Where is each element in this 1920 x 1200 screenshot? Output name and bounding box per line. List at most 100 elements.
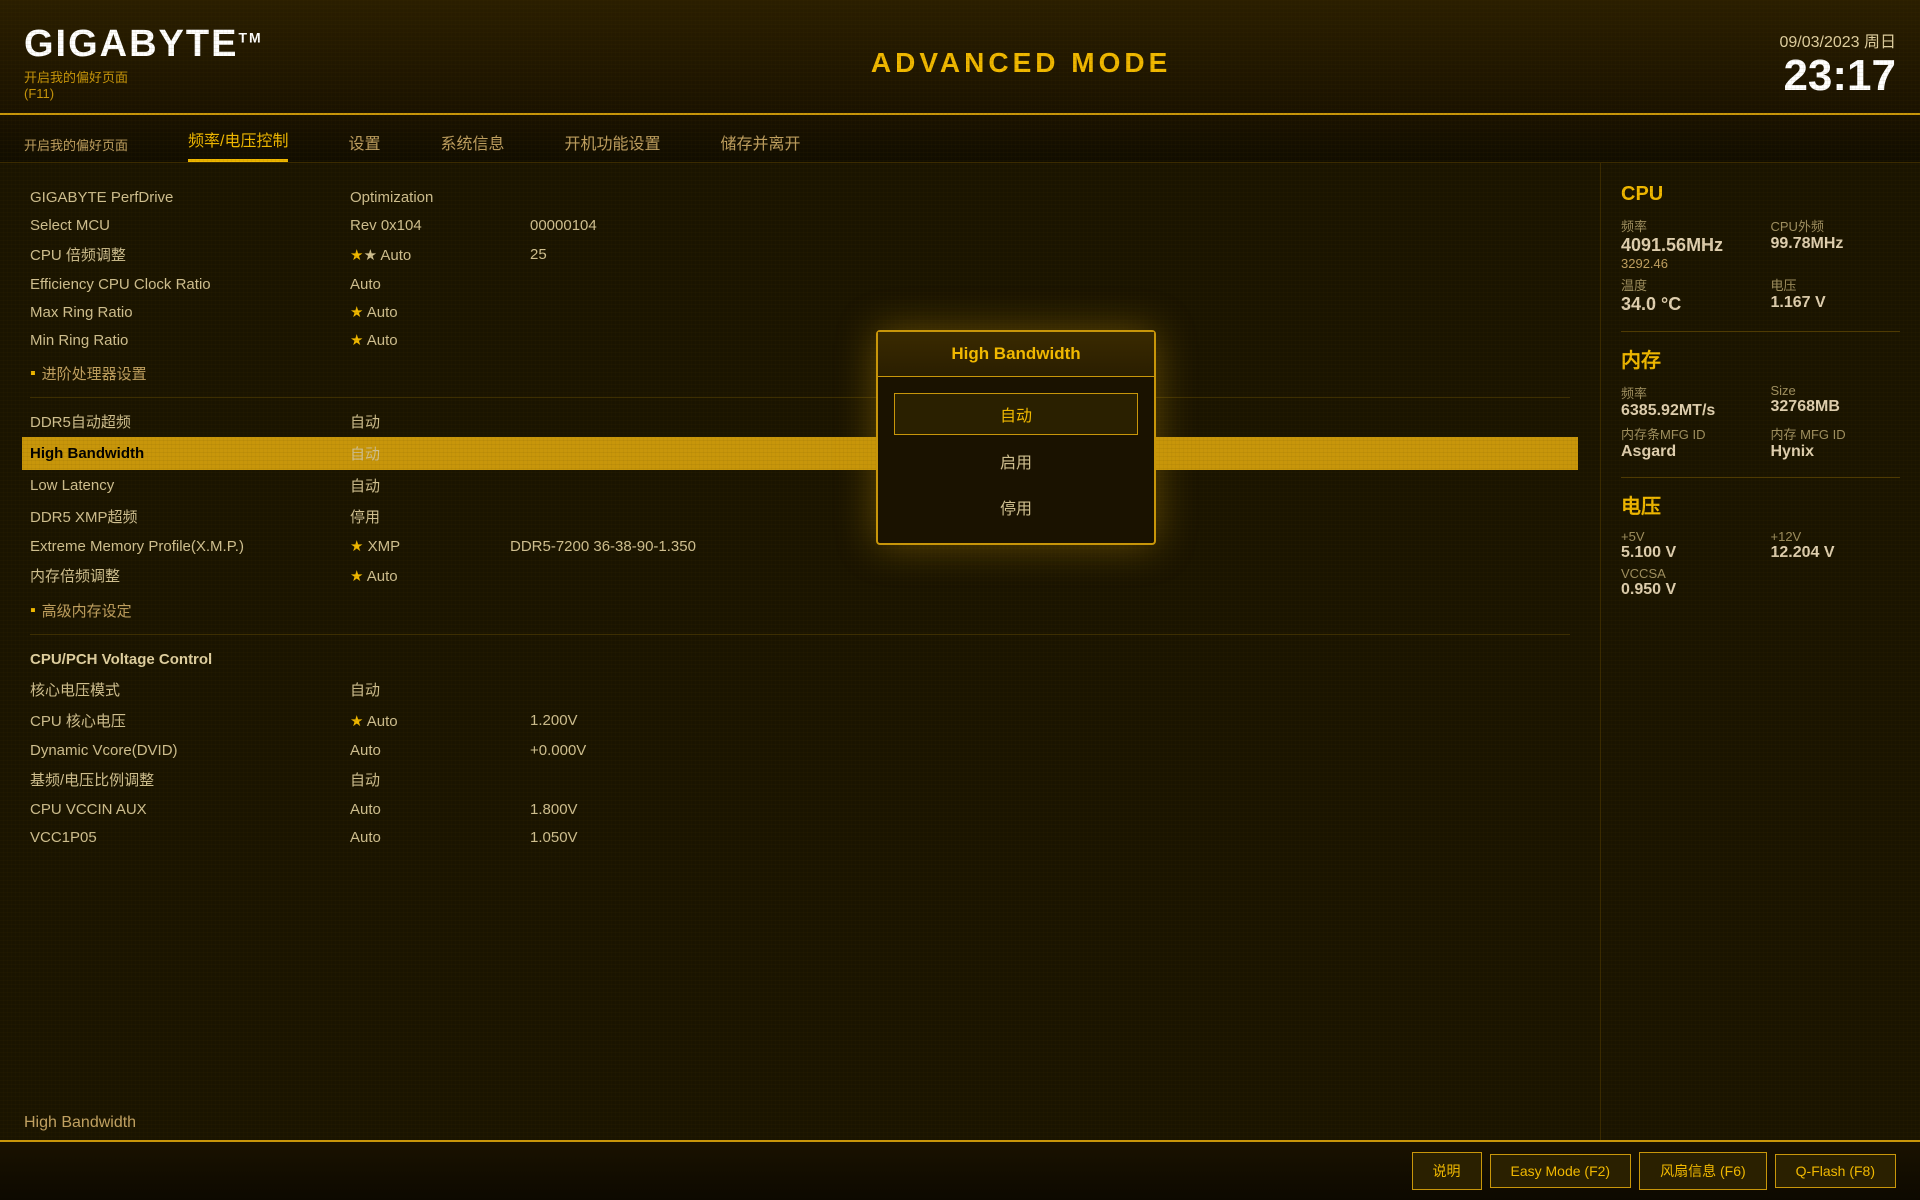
label-vcore-mode: 核心电压模式	[30, 679, 350, 700]
nav-item-freq-voltage[interactable]: 频率/电压控制	[188, 127, 288, 162]
table-row-vcore-mode[interactable]: 核心电压模式 自动	[30, 674, 1570, 705]
right-panel: CPU 频率 4091.56MHz 3292.46 CPU外频 99.78MHz…	[1600, 163, 1920, 1140]
subtitle: 开启我的偏好页面 (F11)	[24, 67, 263, 101]
voltage-section-title: 电压	[1621, 490, 1900, 519]
nav-item-sysinfo[interactable]: 系统信息	[440, 130, 504, 162]
value-gigabyte-perfdrive: Optimization	[350, 189, 470, 206]
value-vcore-mode: 自动	[350, 679, 470, 700]
advanced-memory-link[interactable]: ▪ 高级内存设定	[30, 595, 1570, 626]
table-row: CPU 倍频调整 ★ ★ Auto 25	[30, 239, 1570, 270]
brand-name: GIGABYTETM	[24, 25, 263, 63]
advanced-processor-link[interactable]: ▪ 进阶处理器设置	[30, 358, 1570, 389]
nav-item-boot[interactable]: 开机功能设置	[565, 130, 661, 162]
brand-text: GIGABYTE	[24, 23, 238, 65]
advanced-mode-title: ADVANCED MODE	[871, 47, 1171, 79]
label-high-bandwidth: High Bandwidth	[30, 445, 350, 462]
modal-option-auto[interactable]: 自动	[894, 393, 1138, 435]
divider-mem-volt	[1621, 477, 1900, 478]
table-row-freq-voltage[interactable]: 基频/电压比例调整 自动	[30, 764, 1570, 795]
cpu-freq-secondary: 3292.46	[1621, 256, 1751, 271]
cpu-temp-value: 34.0 °C	[1621, 294, 1751, 315]
table-row-vcc1p05[interactable]: VCC1P05 Auto 1.050V	[30, 823, 1570, 851]
value-efficiency-cpu: Auto	[350, 276, 470, 293]
value-ddr5-xmp: 停用	[350, 506, 470, 527]
footer-btn-qflash[interactable]: Q-Flash (F8)	[1775, 1154, 1896, 1188]
table-row-mem-freq[interactable]: 内存倍频调整 ★ Auto	[30, 560, 1570, 591]
value-max-ring: ★ Auto	[350, 303, 470, 321]
label-max-ring: Max Ring Ratio	[30, 304, 350, 321]
nav-item-preferences[interactable]: 开启我的偏好页面	[24, 135, 128, 162]
voltage-section-header: CPU/PCH Voltage Control	[30, 651, 1570, 668]
high-bandwidth-modal[interactable]: High Bandwidth 自动 启用 停用	[876, 330, 1156, 545]
value-mem-freq: ★ Auto	[350, 567, 470, 585]
modal-option-disable[interactable]: 停用	[894, 487, 1138, 527]
v12: +12V 12.204 V	[1771, 529, 1901, 562]
label-dvid: Dynamic Vcore(DVID)	[30, 742, 350, 759]
header-center: ADVANCED MODE	[871, 47, 1171, 79]
footer: 说明 Easy Mode (F2) 风扇信息 (F6) Q-Flash (F8)	[0, 1140, 1920, 1200]
subtitle-line1: 开启我的偏好页面	[24, 70, 128, 85]
divider-2	[30, 634, 1570, 635]
footer-btn-fan-info[interactable]: 风扇信息 (F6)	[1639, 1152, 1767, 1190]
table-row-high-bandwidth[interactable]: High Bandwidth 自动	[22, 437, 1578, 470]
time-display: 23:17	[1779, 54, 1896, 98]
table-row-ddr5-auto[interactable]: DDR5自动超频 自动	[30, 406, 1570, 437]
value-high-bandwidth: 自动	[350, 443, 470, 464]
table-row-ddr5-xmp[interactable]: DDR5 XMP超频 停用	[30, 501, 1570, 532]
bullet-icon: ▪	[30, 365, 36, 383]
date-display: 09/03/2023 周日	[1779, 28, 1896, 52]
label-freq-voltage: 基频/电压比例调整	[30, 769, 350, 790]
footer-btn-description[interactable]: 说明	[1412, 1152, 1482, 1190]
left-content: GIGABYTE PerfDrive Optimization Select M…	[0, 163, 1600, 1140]
value2-cpu-ratio: 25	[530, 246, 547, 263]
value-select-mcu: Rev 0x104	[350, 217, 470, 234]
nav-item-save-exit[interactable]: 储存并离开	[721, 130, 801, 162]
table-row: Min Ring Ratio ★ Auto	[30, 326, 1570, 354]
table-row-cpu-vcore[interactable]: CPU 核心电压 ★ Auto 1.200V	[30, 705, 1570, 736]
memory-info-grid: 频率 6385.92MT/s Size 32768MB 内存条MFG ID As…	[1621, 383, 1900, 461]
cpu-external-freq: CPU外频 99.78MHz	[1771, 216, 1901, 271]
label-xmp: Extreme Memory Profile(X.M.P.)	[30, 538, 350, 555]
table-row-xmp[interactable]: Extreme Memory Profile(X.M.P.) ★ XMP DDR…	[30, 532, 1570, 560]
divider	[30, 397, 1570, 398]
modal-option-enable[interactable]: 启用	[894, 441, 1138, 481]
cpu-freq-label: 频率 4091.56MHz 3292.46	[1621, 216, 1751, 271]
value2-cpu-vcore: 1.200V	[530, 712, 578, 729]
footer-btn-easy-mode[interactable]: Easy Mode (F2)	[1490, 1154, 1632, 1188]
cpu-voltage-value: 1.167 V	[1771, 294, 1901, 312]
label-ddr5-xmp: DDR5 XMP超频	[30, 506, 350, 527]
nav-bar: 开启我的偏好页面 频率/电压控制 设置 系统信息 开机功能设置 储存并离开	[0, 115, 1920, 163]
cpu-temp: 温度 34.0 °C	[1621, 275, 1751, 315]
label-vccin: CPU VCCIN AUX	[30, 801, 350, 818]
mem-mfg-value: Asgard	[1621, 443, 1751, 461]
v12-value: 12.204 V	[1771, 544, 1901, 562]
label-efficiency-cpu: Efficiency CPU Clock Ratio	[30, 276, 350, 293]
voltage-info-grid: +5V 5.100 V +12V 12.204 V VCCSA 0.950 V	[1621, 529, 1900, 599]
advanced-memory-label: 高级内存设定	[42, 600, 132, 621]
cpu-voltage: 电压 1.167 V	[1771, 275, 1901, 315]
value-vccin: Auto	[350, 801, 470, 818]
mem-freq-value: 6385.92MT/s	[1621, 402, 1751, 420]
brand-sup: TM	[238, 29, 262, 45]
value-cpu-ratio: ★ ★ Auto	[350, 246, 470, 264]
description-text: High Bandwidth	[24, 1114, 136, 1131]
table-row-vccin[interactable]: CPU VCCIN AUX Auto 1.800V	[30, 795, 1570, 823]
mem-mfg: 内存条MFG ID Asgard	[1621, 424, 1751, 461]
header-right: 09/03/2023 周日 23:17	[1779, 28, 1896, 98]
main-content: GIGABYTE PerfDrive Optimization Select M…	[0, 163, 1920, 1140]
table-row: Efficiency CPU Clock Ratio Auto	[30, 270, 1570, 298]
table-row: Max Ring Ratio ★ Auto	[30, 298, 1570, 326]
modal-title: High Bandwidth	[878, 332, 1154, 377]
cpu-info-grid: 频率 4091.56MHz 3292.46 CPU外频 99.78MHz 温度 …	[1621, 216, 1900, 315]
bullet-icon-2: ▪	[30, 602, 36, 620]
value-vcc1p05: Auto	[350, 829, 470, 846]
mem-mfg2: 内存 MFG ID Hynix	[1771, 424, 1901, 461]
table-row: Select MCU Rev 0x104 00000104	[30, 211, 1570, 239]
label-mem-freq: 内存倍频调整	[30, 565, 350, 586]
nav-item-settings[interactable]: 设置	[348, 130, 380, 162]
value2-vcc1p05: 1.050V	[530, 829, 578, 846]
advanced-processor-label: 进阶处理器设置	[42, 363, 147, 384]
value-low-latency: 自动	[350, 475, 470, 496]
table-row-low-latency[interactable]: Low Latency 自动	[30, 470, 1570, 501]
table-row-dvid[interactable]: Dynamic Vcore(DVID) Auto +0.000V	[30, 736, 1570, 764]
